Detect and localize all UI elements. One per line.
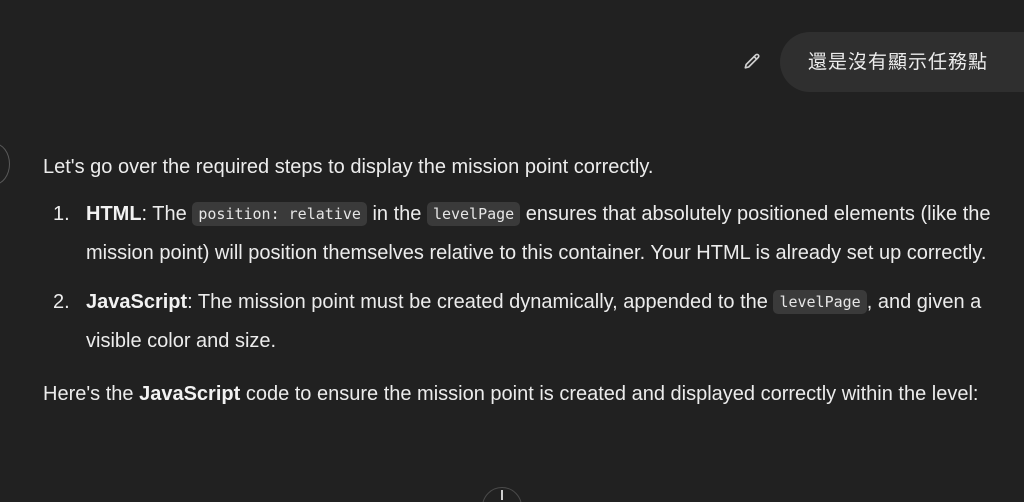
chat-page: 還是沒有顯示任務點 Let's go over the required ste… (0, 0, 1024, 502)
inline-code: levelPage (773, 289, 867, 314)
user-message-bubble: 還是沒有顯示任務點 (779, 32, 1024, 92)
outro-text: Here's the (43, 382, 140, 405)
outro-bold: JavaScript (139, 382, 241, 405)
assistant-avatar (0, 143, 10, 185)
step-text: : The mission point must be created dyna… (187, 290, 774, 313)
step-number: 1. (53, 202, 70, 225)
step-text: : The (141, 202, 193, 225)
scroll-to-bottom-button[interactable] (482, 487, 522, 502)
step-number: 2. (53, 290, 70, 313)
step-title: JavaScript (86, 290, 188, 313)
outro-text: code to ensure the mission point is crea… (240, 382, 979, 405)
steps-list: 1. HTML: The position: relative in the le… (43, 195, 1018, 361)
user-message-row: 還是沒有顯示任務點 (734, 32, 1024, 92)
list-item: 2. JavaScript: The mission point must be … (53, 283, 1018, 361)
outro-paragraph: Here's the JavaScript code to ensure the… (43, 375, 1018, 414)
inline-code: position: relative (192, 201, 367, 226)
arrow-down-icon (501, 490, 503, 500)
step-text: in the (366, 202, 427, 225)
list-item: 1. HTML: The position: relative in the le… (53, 195, 1018, 273)
edit-message-button[interactable] (734, 44, 770, 80)
pencil-icon (744, 53, 760, 69)
intro-paragraph: Let's go over the required steps to disp… (43, 156, 654, 178)
assistant-message: Let's go over the required steps to disp… (43, 148, 1018, 413)
inline-code: levelPage (426, 201, 521, 226)
step-title: HTML (86, 202, 142, 225)
